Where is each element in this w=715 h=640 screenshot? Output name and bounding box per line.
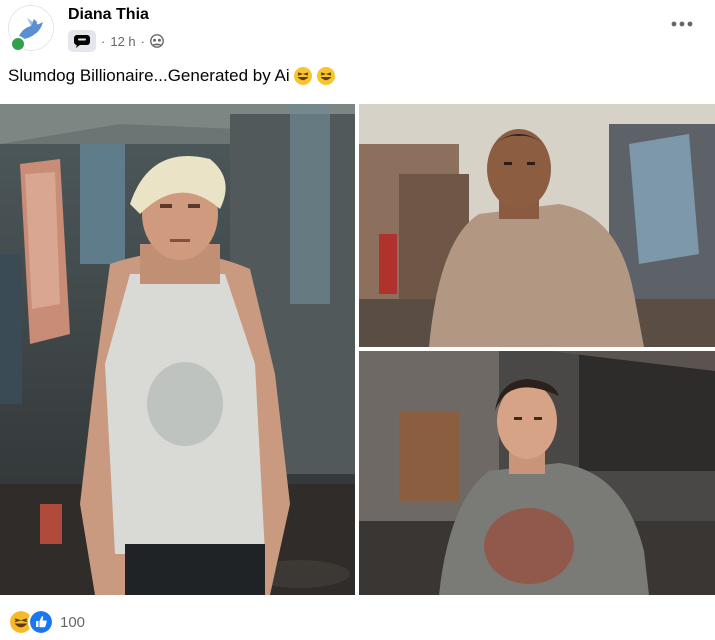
photo-bottom-right-image (359, 351, 715, 595)
post-text-body: Slumdog Billionaire...Generated by Ai (8, 66, 290, 85)
photo-top-right[interactable] (359, 104, 715, 347)
message-bubble-icon (74, 35, 90, 48)
online-badge-icon (10, 36, 26, 52)
meta-separator: · (101, 33, 106, 49)
reaction-count[interactable]: 100 (60, 614, 85, 631)
photo-main[interactable] (0, 104, 355, 595)
photo-main-image (0, 104, 355, 595)
friends-audience-icon[interactable] (150, 34, 164, 48)
post-meta: · 12 h · (68, 30, 164, 52)
photo-top-right-image (359, 104, 715, 347)
post-header: Diana Thia · 12 h · (0, 0, 715, 60)
like-reaction-icon (28, 609, 54, 635)
group-chip[interactable] (68, 30, 96, 52)
author-name[interactable]: Diana Thia (68, 6, 149, 24)
laughing-emoji-icon (293, 67, 312, 85)
meta-separator: · (140, 33, 145, 49)
post-text: Slumdog Billionaire...Generated by Ai (8, 66, 336, 86)
post-time[interactable]: 12 h (110, 34, 135, 49)
reactions-summary[interactable]: 100 (8, 608, 85, 636)
more-dots-icon (671, 21, 693, 27)
more-options-button[interactable] (664, 10, 700, 38)
photo-bottom-right[interactable] (359, 351, 715, 595)
laughing-emoji-icon (316, 67, 335, 85)
